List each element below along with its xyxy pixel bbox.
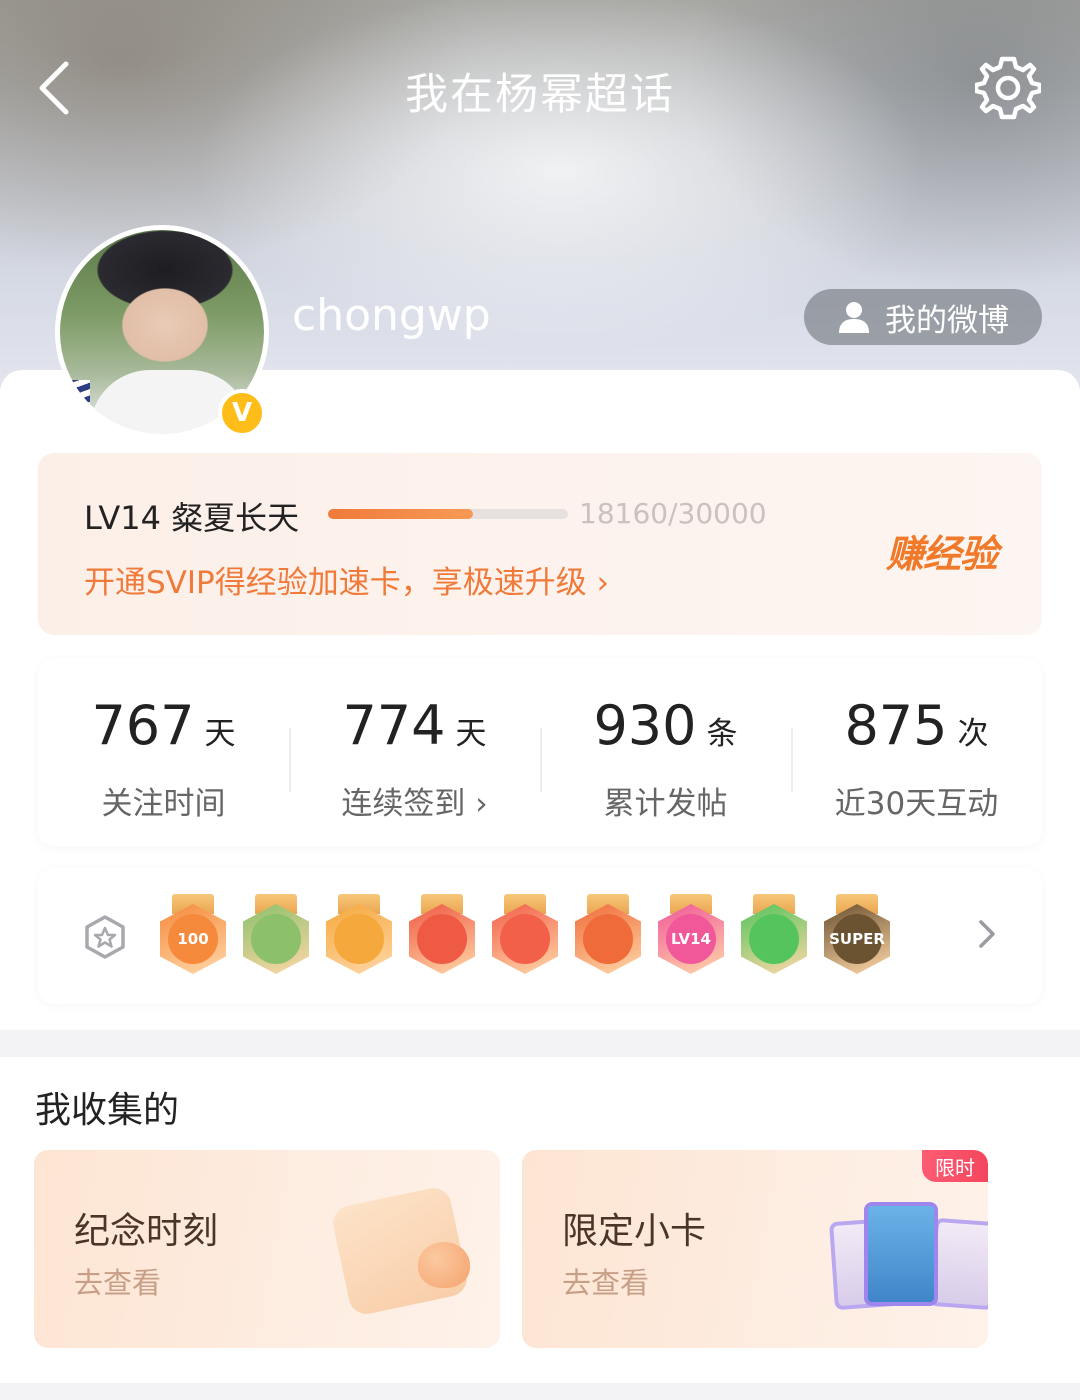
hand-badge[interactable] (741, 894, 807, 976)
stat-unit: 条 (706, 716, 738, 752)
super-badge[interactable]: SUPER (824, 894, 890, 976)
stat-value: 767 (91, 694, 195, 757)
username: chongwp (292, 290, 491, 341)
badge-label: 100 (168, 914, 218, 964)
my-weibo-button[interactable]: 我的微博 (804, 289, 1042, 345)
bottom-strip (0, 1383, 1080, 1400)
badge-label (583, 914, 633, 964)
settings-button[interactable] (972, 52, 1044, 124)
100-days-badge[interactable]: 100 (160, 894, 226, 976)
badge-label: LV14 (666, 914, 716, 964)
card-title: 限定小卡 (562, 1211, 707, 1252)
stat-unit: 天 (204, 716, 236, 752)
gear-icon (975, 56, 1041, 120)
stat-label: 关注时间 (101, 786, 226, 822)
stat-value: 774 (342, 694, 446, 757)
cartoon-girl-badge[interactable] (243, 894, 309, 976)
chevron-right-icon (979, 920, 995, 948)
person-icon (839, 302, 869, 333)
level-progress-fill (328, 509, 474, 519)
cat-badge-1[interactable] (409, 894, 475, 976)
page-title: 我在杨幂超话 (405, 70, 675, 120)
stat-checkin[interactable]: 774 天 连续签到 › (289, 658, 540, 846)
stat-label: 累计发帖 (603, 786, 728, 822)
badge-label (417, 914, 467, 964)
crown-badge[interactable] (326, 894, 392, 976)
dragon-badge[interactable] (575, 894, 641, 976)
vip-badge: V (218, 389, 266, 437)
section-title: 我收集的 (35, 1090, 180, 1131)
stat-label: 近30天互动 (834, 786, 999, 822)
stat-unit: 次 (957, 716, 989, 752)
exp-text: 18160/30000 (579, 497, 767, 530)
svip-link[interactable]: 开通SVIP得经验加速卡，享极速升级 › (84, 557, 609, 602)
badges-box: 100 LV14 SUPER (38, 868, 1042, 1004)
level-name: LV14 粲夏长天 (84, 499, 300, 537)
card-subtitle: 去查看 (74, 1266, 162, 1300)
avatar-stripe (62, 380, 90, 434)
card-title: 纪念时刻 (74, 1211, 219, 1252)
collection-section: 我收集的 纪念时刻 去查看 限时 限定小卡 去查看 (0, 1057, 1080, 1383)
badge-label (334, 914, 384, 964)
stat-label: 连续签到 › (341, 786, 488, 822)
badge-label (500, 914, 550, 964)
top-bar: 我在杨幂超话 (0, 40, 1080, 136)
lv14-badge[interactable]: LV14 (658, 894, 724, 976)
stat-value: 930 (593, 694, 697, 757)
badges-more-button[interactable] (972, 914, 1002, 954)
my-weibo-label: 我的微博 (885, 302, 1009, 339)
stat-unit: 天 (455, 716, 487, 752)
badge-label (749, 914, 799, 964)
stat-interactions: 875 次 近30天互动 (791, 658, 1042, 846)
stat-posts: 930 条 累计发帖 (540, 658, 791, 846)
stat-follow-time: 767 天 关注时间 (38, 658, 289, 846)
heart-illustration (418, 1242, 470, 1288)
card-subtitle: 去查看 (562, 1266, 650, 1300)
badge-label (251, 914, 301, 964)
earn-exp-button[interactable]: 赚经验 (886, 523, 998, 578)
limited-cards-card[interactable]: 限时 限定小卡 去查看 (522, 1150, 988, 1348)
memorial-moments-card[interactable]: 纪念时刻 去查看 (34, 1150, 500, 1348)
badge-hub-icon[interactable] (82, 914, 128, 960)
mini-card-center (864, 1202, 938, 1306)
badge-label: SUPER (829, 914, 885, 964)
stats-box: 767 天 关注时间 774 天 连续签到 › 930 条 累计发帖 875 次 近30… (38, 658, 1042, 846)
level-box: LV14 粲夏长天 18160/30000 开通SVIP得经验加速卡，享极速升级… (38, 453, 1042, 635)
level-progress-bar (328, 509, 568, 519)
limited-tag: 限时 (922, 1150, 988, 1182)
stat-value: 875 (844, 694, 948, 757)
cat-badge-2[interactable] (492, 894, 558, 976)
